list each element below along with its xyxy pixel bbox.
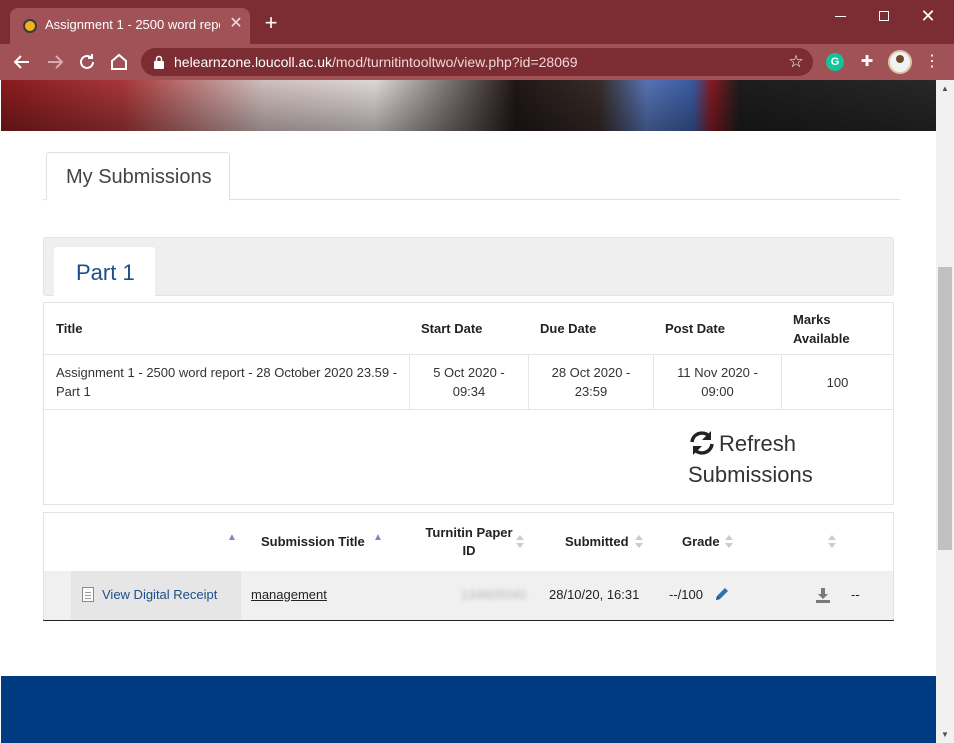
header-start-date: Start Date (421, 321, 483, 336)
grammarly-icon[interactable]: G (826, 53, 844, 71)
lock-icon[interactable] (153, 55, 165, 69)
assignment-title: Assignment 1 - 2500 word report - 28 Oct… (56, 365, 398, 399)
address-bar[interactable]: helearnzone.loucoll.ac.uk/mod/turnitinto… (141, 48, 813, 76)
reload-icon[interactable] (75, 50, 99, 74)
header-submitted[interactable]: Submitted (565, 533, 629, 551)
sort-icon[interactable] (634, 534, 644, 550)
sort-icon[interactable]: ▲ (373, 533, 383, 543)
table-row: Assignment 1 - 2500 word report - 28 Oct… (44, 354, 893, 410)
star-icon[interactable]: ☆ (786, 51, 806, 73)
close-window-button[interactable]: ✕ (908, 4, 948, 28)
url-text[interactable]: helearnzone.loucoll.ac.uk/mod/turnitinto… (174, 54, 578, 70)
scroll-up-icon[interactable]: ▲ (936, 80, 954, 97)
marks-available-value: 100 (826, 374, 849, 390)
part-tabs-bar: Part 1 (43, 237, 894, 297)
cell-start-date: 5 Oct 2020 - 09:34 (410, 355, 529, 409)
post-date-value: 11 Nov 2020 - 09:00 (677, 365, 758, 399)
maximize-button[interactable] (864, 4, 904, 28)
forward-icon[interactable] (43, 50, 67, 74)
avatar[interactable] (888, 50, 912, 74)
grade-value: --/100 (669, 587, 703, 602)
document-icon (82, 587, 94, 602)
back-icon[interactable] (10, 50, 34, 74)
header-title: Title (56, 321, 83, 336)
scroll-down-icon[interactable]: ▼ (936, 726, 954, 743)
browser-tab-bar: Assignment 1 - 2500 word report - 28 Oct… (0, 0, 954, 44)
digital-receipt-cell: View Digital Receipt (71, 571, 241, 620)
header-grade[interactable]: Grade (682, 533, 720, 551)
page-content: My Submissions Part 1 Title Start Date D… (1, 80, 936, 743)
info-table-header: Title Start Date Due Date Post Date Mark… (44, 303, 893, 354)
url-host: helearnzone.loucoll.ac.uk (174, 54, 332, 70)
table-row: View Digital Receipt management 13460504… (44, 571, 893, 620)
submissions-table: ▲ Submission Title ▲ Turnitin Paper ID S… (43, 512, 894, 621)
tab-my-submissions[interactable]: My Submissions (46, 152, 230, 201)
submission-title-link[interactable]: management (251, 586, 327, 604)
cell-marks-available: 100 (782, 355, 893, 409)
submissions-table-header: ▲ Submission Title ▲ Turnitin Paper ID S… (44, 513, 893, 571)
assignment-info-table: Title Start Date Due Date Post Date Mark… (43, 302, 894, 505)
scrollbar-thumb[interactable] (938, 267, 952, 550)
tab-part-1[interactable]: Part 1 (54, 247, 155, 297)
refresh-label: Refresh Submissions (688, 431, 813, 487)
menu-icon[interactable]: ⋮ (924, 50, 940, 74)
favicon-icon (23, 19, 37, 33)
pencil-icon[interactable] (714, 586, 730, 602)
sort-icon[interactable]: ▲ (227, 533, 237, 543)
browser-toolbar: helearnzone.loucoll.ac.uk/mod/turnitinto… (0, 44, 954, 80)
submitted-value: 28/10/20, 16:31 (549, 587, 640, 602)
minimize-button[interactable] (820, 4, 860, 28)
sort-icon[interactable] (515, 534, 525, 550)
close-tab-icon[interactable]: ✕ (228, 14, 244, 34)
header-submission-title[interactable]: Submission Title (261, 533, 365, 551)
download-icon[interactable] (814, 586, 832, 604)
paper-id-value: 134605040 (460, 587, 526, 602)
view-digital-receipt-link[interactable]: View Digital Receipt (102, 586, 217, 604)
cell-title: Assignment 1 - 2500 word report - 28 Oct… (44, 355, 410, 409)
start-date-value: 5 Oct 2020 - 09:34 (433, 365, 505, 399)
part-tab-label: Part 1 (76, 260, 135, 285)
sort-icon[interactable] (827, 534, 837, 550)
cell-post-date: 11 Nov 2020 - 09:00 (654, 355, 782, 409)
header-post-date: Post Date (665, 321, 725, 336)
last-column-value: -- (851, 587, 860, 602)
home-icon[interactable] (107, 50, 131, 74)
new-tab-button[interactable]: + (260, 12, 282, 34)
page-footer (1, 676, 936, 743)
scrollbar[interactable]: ▲ ▼ (936, 80, 954, 743)
header-marks-available: Marks Available (793, 312, 850, 346)
banner-image (1, 80, 936, 131)
cell-due-date: 28 Oct 2020 - 23:59 (529, 355, 654, 409)
sort-icon[interactable] (724, 534, 734, 550)
tab-label: My Submissions (66, 166, 212, 188)
puzzle-icon[interactable]: ✚ (858, 52, 876, 72)
url-path: /mod/turnitintooltwo/view.php?id=28069 (332, 54, 578, 70)
header-turnitin-paper-id[interactable]: Turnitin Paper ID (419, 524, 519, 560)
browser-tab[interactable]: Assignment 1 - 2500 word report - 28 Oct… (10, 8, 250, 44)
tab-title: Assignment 1 - 2500 word report - 28 Oct… (45, 17, 220, 32)
header-due-date: Due Date (540, 321, 597, 336)
due-date-value: 28 Oct 2020 - 23:59 (551, 365, 631, 399)
